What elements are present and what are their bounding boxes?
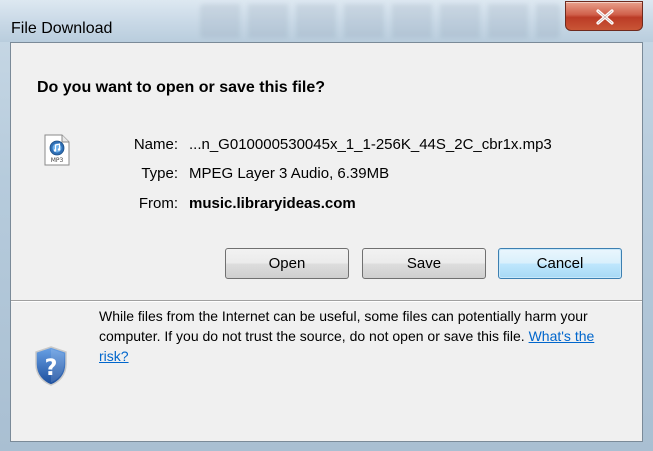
from-label: From: — [138, 195, 178, 212]
save-button[interactable]: Save — [362, 248, 486, 279]
source-value: music.libraryideas.com — [189, 195, 356, 212]
shield-question-icon: ? — [35, 346, 67, 386]
close-button[interactable] — [565, 1, 643, 31]
file-download-window: File Download Do you want to open or sav… — [0, 0, 653, 451]
warning-text: While files from the Internet can be use… — [99, 308, 588, 344]
file-info-section: Do you want to open or save this file? M… — [11, 43, 642, 300]
file-type-value: MPEG Layer 3 Audio, 6.39MB — [189, 165, 390, 182]
cancel-button[interactable]: Cancel — [498, 248, 622, 279]
background-glass — [200, 4, 560, 38]
mp3-file-icon: MP3 — [44, 134, 70, 166]
type-label: Type: — [141, 165, 178, 182]
svg-text:?: ? — [45, 356, 58, 381]
close-icon — [596, 9, 614, 25]
mp3-caption: MP3 — [51, 157, 64, 164]
name-label: Name: — [133, 136, 178, 153]
open-button[interactable]: Open — [225, 248, 349, 279]
title-bar[interactable]: File Download — [0, 0, 653, 42]
file-name-value: ...n_G010000530045x_1_1-256K_44S_2C_cbr1… — [189, 136, 552, 153]
security-warning: While files from the Internet can be use… — [99, 306, 619, 366]
window-title: File Download — [11, 20, 113, 37]
dialog-content: Do you want to open or save this file? M… — [10, 42, 643, 442]
dialog-question: Do you want to open or save this file? — [37, 79, 326, 96]
